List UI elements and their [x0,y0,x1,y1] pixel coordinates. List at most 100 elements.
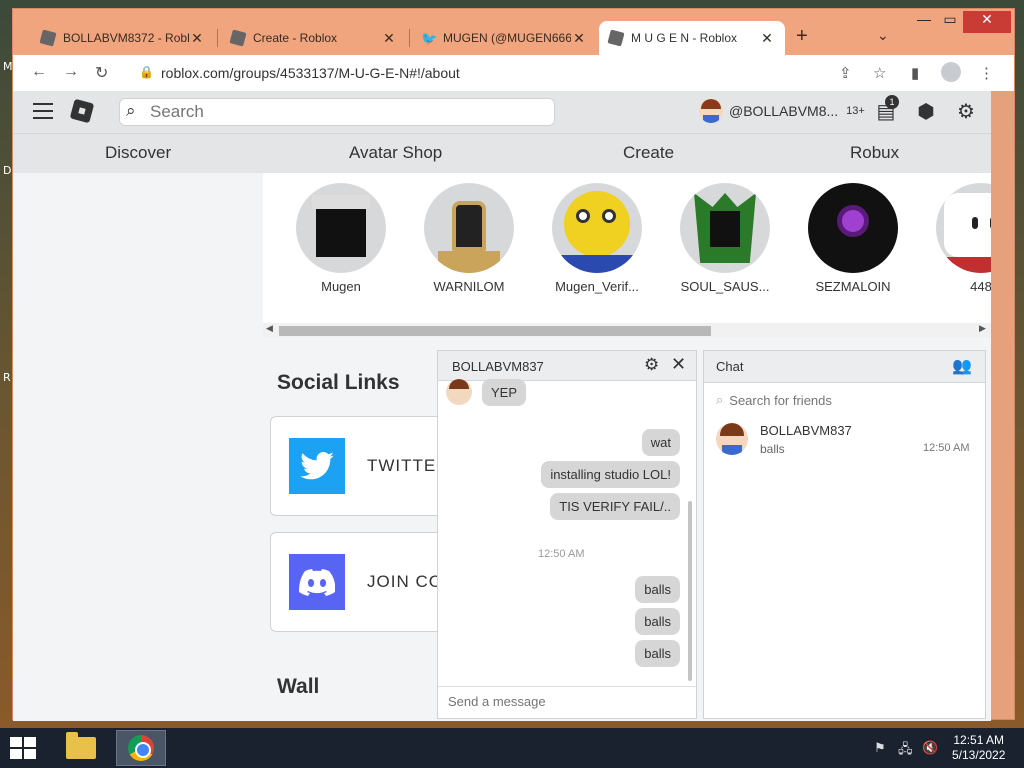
conversation-header: BOLLABVM837 ⚙ ✕ [438,351,696,381]
url-text[interactable]: roblox.com/groups/4533137/M-U-G-E-N#!/ab… [161,65,460,81]
robux-icon[interactable]: ⬢ [913,99,939,125]
maximize-icon[interactable]: ▭ [933,11,967,33]
friend-search-input[interactable] [729,392,950,408]
close-tab-icon[interactable]: ✕ [189,30,205,47]
close-icon[interactable]: ✕ [671,354,686,375]
flag-icon[interactable]: ⚑ [874,740,886,756]
username: @BOLLABVM8... [729,103,839,119]
member-item[interactable]: SEZMALOIN [803,183,903,294]
tab-bollabvm[interactable]: BOLLABVM8372 - Roblox ✕ [31,21,215,55]
roblox-logo-icon[interactable] [69,98,95,124]
notification-count: 1 [885,95,899,109]
avatar [699,99,723,123]
roblox-icon [39,29,57,47]
chrome-icon[interactable] [116,730,166,766]
avatar [936,183,991,273]
twitter-icon [289,438,345,494]
user-profile[interactable]: @BOLLABVM8... 13+ [699,99,865,123]
chat-message: wat [641,429,680,456]
age-badge: 13+ [846,105,865,117]
new-tab-icon[interactable]: + [796,25,808,48]
scroll-left-icon[interactable]: ◀ [266,323,273,334]
windows-start-icon[interactable] [10,737,38,759]
scrollbar-thumb[interactable] [279,326,711,336]
volume-muted-icon[interactable]: 🔇 [922,740,938,756]
avatar [296,183,386,273]
scroll-right-icon[interactable]: ▶ [979,323,986,334]
network-icon[interactable]: 🖧 [898,740,913,762]
chat-message: balls [635,608,680,635]
avatar [716,423,748,455]
nav-discover[interactable]: Discover [105,143,171,163]
message-composer [438,686,696,718]
tab-mugen[interactable]: M U G E N - Roblox ✕ [599,21,785,55]
close-tab-icon[interactable]: ✕ [759,30,775,47]
wall-heading: Wall [277,675,320,698]
conversation-scrollbar[interactable] [688,501,692,681]
nav-create[interactable]: Create [623,143,674,163]
file-explorer-icon[interactable] [56,730,106,766]
member-name: 448 [970,279,991,294]
clock-time: 12:51 AM [953,733,1005,747]
tab-title: BOLLABVM8372 - Roblox [63,31,189,45]
member-item[interactable]: Mugen [291,183,391,294]
avatar [552,183,642,273]
friend-search[interactable]: ⌕ [716,392,950,408]
browser-toolbar: ← → ↻ 🔒 roblox.com/groups/4533137/M-U-G-… [13,55,1014,91]
member-item[interactable]: 448 [931,183,991,294]
roblox-icon [607,29,625,47]
tab-title: MUGEN (@MUGEN666 [443,31,571,45]
tab-title: M U G E N - Roblox [631,31,738,45]
bookmark-star-icon[interactable]: ☆ [873,64,886,82]
member-name: Mugen [321,279,361,294]
close-tab-icon[interactable]: ✕ [571,30,587,47]
tab-twitter[interactable]: 🐦 MUGEN (@MUGEN666 ✕ [411,21,597,55]
member-name: SEZMALOIN [815,279,891,294]
taskbar: ⚑ 🖧 🔇 12:51 AM 5/13/2022 [0,728,1024,768]
twitter-icon: 🐦 [421,31,438,46]
members-scrollbar[interactable]: ◀ ▶ [263,323,991,337]
lock-icon: 🔒 [139,65,154,79]
chat-title[interactable]: Chat [716,359,743,374]
profile-icon[interactable] [941,62,961,86]
search-icon: ⌕ [126,101,136,120]
forward-icon[interactable]: → [63,63,79,81]
member-item[interactable]: WARNILOM [419,183,519,294]
friend-list-item[interactable]: BOLLABVM837 balls 12:50 AM [704,421,985,461]
reload-icon[interactable]: ↻ [95,63,108,83]
chat-message: balls [635,640,680,667]
message-timestamp: 12:50 AM [538,548,585,560]
chat-message: balls [635,576,680,603]
back-icon[interactable]: ← [31,63,47,81]
settings-gear-icon[interactable]: ⚙ [953,99,979,125]
nav-avatar-shop[interactable]: Avatar Shop [349,143,442,163]
settings-gear-icon[interactable]: ⚙ [644,355,659,375]
roblox-nav: Discover Avatar Shop Create Robux [13,133,991,173]
member-item[interactable]: SOUL_SAUS... [675,183,775,294]
more-menu-icon[interactable]: ⋮ [979,64,994,82]
desktop-icon-label: D [3,164,12,177]
tab-create[interactable]: Create - Roblox ✕ [221,21,407,55]
conversation-title[interactable]: BOLLABVM837 [452,359,544,374]
avatar [680,183,770,273]
clock[interactable]: 12:51 AM 5/13/2022 [952,733,1005,763]
avatar [808,183,898,273]
member-name: Mugen_Verif... [555,279,639,294]
tab-search-icon[interactable]: ⌄ [877,27,889,44]
side-panel-icon[interactable]: ▮ [911,64,919,82]
member-item[interactable]: Mugen_Verif... [547,183,647,294]
menu-icon[interactable] [33,103,53,119]
search-input[interactable] [150,102,540,122]
roblox-search[interactable]: ⌕ [119,98,555,126]
avatar [446,379,472,405]
member-name: WARNILOM [433,279,505,294]
message-time: 12:50 AM [923,442,970,454]
window-close-icon[interactable]: ✕ [963,11,1011,33]
clock-date: 5/13/2022 [952,748,1006,762]
close-tab-icon[interactable]: ✕ [381,30,397,47]
nav-robux[interactable]: Robux [850,143,899,163]
chat-header: Chat 👥 [704,351,985,383]
add-friends-icon[interactable]: 👥 [952,356,972,376]
share-icon[interactable]: ⇪ [839,64,852,82]
message-input[interactable] [448,694,678,709]
